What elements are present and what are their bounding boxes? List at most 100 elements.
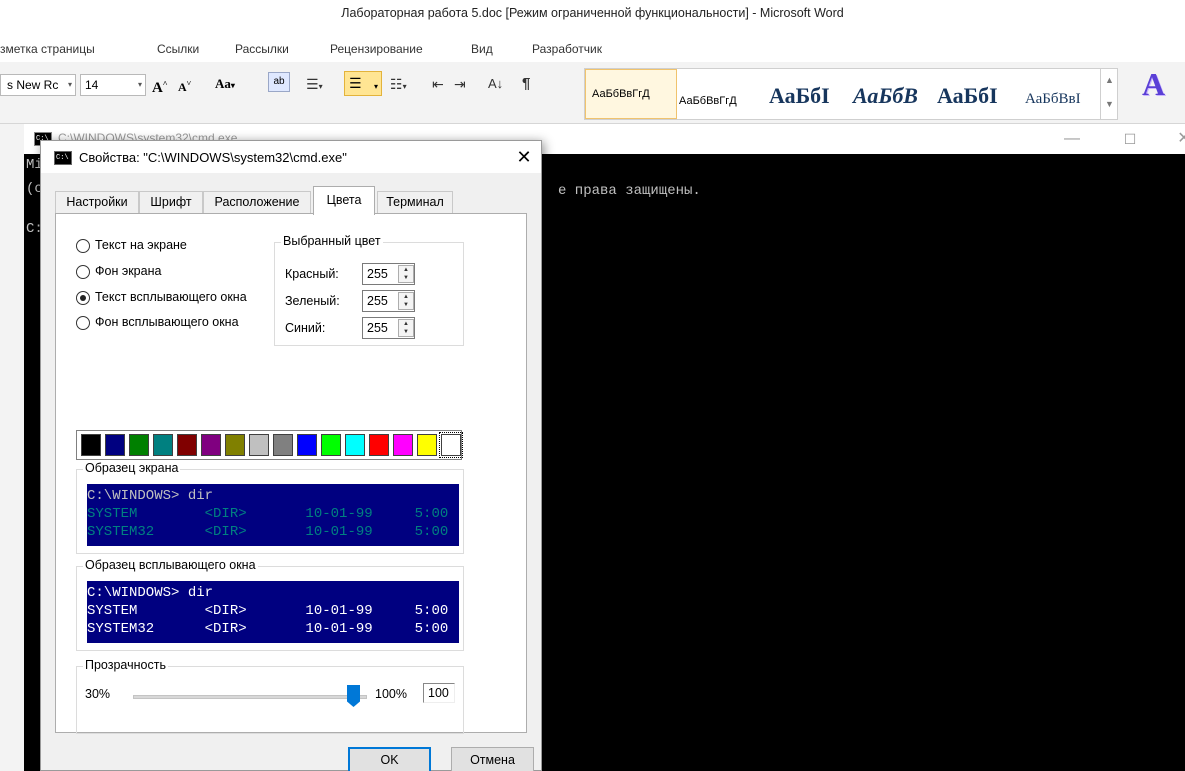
cmd-app-icon: C:\ xyxy=(54,151,72,165)
close-icon[interactable]: ✕ xyxy=(511,144,537,170)
red-spinner[interactable]: 255 ▲ ▼ xyxy=(362,263,415,285)
style-heading-2[interactable]: АаБбВ xyxy=(853,83,918,109)
ribbon-tab-developer[interactable]: Разработчик xyxy=(532,42,602,56)
screen-preview: C:\WINDOWS> dir SYSTEM <DIR> 10-01-99 5:… xyxy=(87,484,459,546)
grow-font-icon[interactable]: A˄ xyxy=(152,74,167,96)
styles-gallery-scroll[interactable]: ▲ ▼ xyxy=(1100,68,1118,120)
font-name-combo[interactable]: s New Rc ▾ xyxy=(0,74,76,96)
color-swatch[interactable] xyxy=(369,434,389,456)
ribbon-tab-page-layout[interactable]: зметка страницы xyxy=(0,42,95,56)
decrease-indent-icon[interactable]: ⇤ xyxy=(432,74,444,96)
cancel-button[interactable]: Отмена xyxy=(451,747,534,771)
blue-label: Синий: xyxy=(285,321,326,335)
radio-popup-text[interactable]: Текст всплывающего окна xyxy=(76,289,266,307)
word-ribbon-tabs: зметка страницы Ссылки Рассылки Рецензир… xyxy=(0,38,1185,60)
pilcrow-icon[interactable]: ¶ xyxy=(522,74,530,96)
sort-icon[interactable]: A↓ xyxy=(488,74,503,96)
transparency-group: Прозрачность 30% 100% 100 xyxy=(76,658,464,734)
shrink-font-icon[interactable]: A˅ xyxy=(178,74,191,96)
screen-preview-group: Образец экрана C:\WINDOWS> dir SYSTEM <D… xyxy=(76,461,464,554)
green-label: Зеленый: xyxy=(285,294,340,308)
transparency-value: 100 xyxy=(423,683,455,703)
change-case-icon[interactable]: Aa▾ xyxy=(215,74,235,96)
preview-line: SYSTEM32 <DIR> 10-01-99 5:00 xyxy=(87,621,449,637)
color-swatch[interactable] xyxy=(81,434,101,456)
preview-line: C:\WINDOWS> dir xyxy=(87,488,214,504)
color-swatch[interactable] xyxy=(345,434,365,456)
style-no-spacing[interactable]: АаБбВвГгД xyxy=(679,95,737,107)
radio-circle xyxy=(76,265,90,279)
color-swatch[interactable] xyxy=(201,434,221,456)
clear-formatting-icon[interactable]: ab xyxy=(268,72,290,92)
color-swatch[interactable] xyxy=(321,434,341,456)
tab-terminal[interactable]: Терминал xyxy=(377,191,453,214)
radio-screen-text[interactable]: Текст на экране xyxy=(76,237,246,255)
word-window-title: Лабораторная работа 5.doc [Режим огранич… xyxy=(341,6,844,20)
radio-circle-checked xyxy=(76,291,90,305)
ok-button[interactable]: OK xyxy=(348,747,431,771)
color-swatch[interactable] xyxy=(105,434,125,456)
tab-settings[interactable]: Настройки xyxy=(55,191,139,214)
close-icon[interactable]: ✕ xyxy=(1164,128,1185,150)
word-left-panel xyxy=(0,124,24,771)
transparency-min-label: 30% xyxy=(85,687,111,701)
preview-line: C:\WINDOWS> dir xyxy=(87,585,214,601)
color-swatch[interactable] xyxy=(225,434,245,456)
radio-circle xyxy=(76,239,90,253)
color-swatch[interactable] xyxy=(249,434,269,456)
selected-color-group: Выбранный цвет Красный: 255 ▲ ▼ Зеленый: … xyxy=(274,234,464,346)
preview-line: SYSTEM32 <DIR> 10-01-99 5:00 xyxy=(87,524,449,540)
bullets-icon[interactable]: ☰▾ xyxy=(306,74,323,96)
color-swatch[interactable] xyxy=(393,434,413,456)
tab-font[interactable]: Шрифт xyxy=(139,191,203,214)
color-swatch[interactable] xyxy=(177,434,197,456)
increase-indent-icon[interactable]: ⇥ xyxy=(454,74,466,96)
color-swatch[interactable] xyxy=(273,434,293,456)
color-swatch[interactable] xyxy=(153,434,173,456)
tab-layout[interactable]: Расположение xyxy=(203,191,311,214)
change-styles-icon[interactable]: A xyxy=(1142,66,1165,103)
maximize-icon[interactable]: ☐ xyxy=(1110,128,1150,150)
spin-arrows-icon[interactable]: ▲ ▼ xyxy=(398,319,414,337)
color-swatch[interactable] xyxy=(129,434,149,456)
ribbon-tab-review[interactable]: Рецензирование xyxy=(330,42,423,56)
chevron-down-icon: ▾ xyxy=(137,80,142,89)
console-rights-text: е права защищены. xyxy=(558,183,701,199)
chevron-down-icon: ▾ xyxy=(67,80,72,89)
preview-line: SYSTEM <DIR> 10-01-99 5:00 xyxy=(87,603,449,619)
numbering-icon[interactable]: ☰ ▾ xyxy=(344,71,382,96)
styles-gallery: АаБбВвГгД АаБбВвГгД АаБбI АаБбВ АаБбI Аа… xyxy=(584,68,1118,120)
tab-colors[interactable]: Цвета xyxy=(313,186,375,215)
blue-spinner[interactable]: 255 ▲ ▼ xyxy=(362,317,415,339)
color-swatch[interactable] xyxy=(439,432,463,458)
spin-arrows-icon[interactable]: ▲ ▼ xyxy=(398,265,414,283)
style-normal[interactable]: АаБбВвГгД xyxy=(585,69,677,119)
multilevel-list-icon[interactable]: ☷▾ xyxy=(390,74,407,96)
font-size-combo[interactable]: 14 ▾ xyxy=(80,74,146,96)
color-swatch[interactable] xyxy=(417,434,437,456)
style-title[interactable]: АаБбI xyxy=(937,83,998,109)
ribbon-tab-references[interactable]: Ссылки xyxy=(157,42,199,56)
color-swatch[interactable] xyxy=(297,434,317,456)
radio-screen-background[interactable]: Фон экрана xyxy=(76,263,246,281)
radio-circle xyxy=(76,316,90,330)
preview-line: SYSTEM <DIR> 10-01-99 5:00 xyxy=(87,506,449,522)
dialog-titlebar: C:\ Свойства: "C:\WINDOWS\system32\cmd.e… xyxy=(41,141,541,173)
transparency-slider-track[interactable] xyxy=(133,695,367,699)
transparency-max-label: 100% xyxy=(375,687,407,701)
colors-tab-panel: Текст на экране Фон экрана Текст всплыва… xyxy=(55,213,527,734)
dialog-title: Свойства: "C:\WINDOWS\system32\cmd.exe" xyxy=(79,150,347,165)
color-palette xyxy=(76,430,463,460)
radio-popup-background[interactable]: Фон всплывающего окна xyxy=(76,314,266,332)
dialog-tabs: Настройки Шрифт Расположение Цвета Терми… xyxy=(55,186,525,215)
style-heading-1[interactable]: АаБбI xyxy=(769,83,830,109)
green-spinner[interactable]: 255 ▲ ▼ xyxy=(362,290,415,312)
transparency-slider-thumb[interactable] xyxy=(347,685,360,707)
spin-arrows-icon[interactable]: ▲ ▼ xyxy=(398,292,414,310)
ribbon-tab-mailings[interactable]: Рассылки xyxy=(235,42,289,56)
properties-dialog: C:\ Свойства: "C:\WINDOWS\system32\cmd.e… xyxy=(40,140,542,771)
popup-preview: C:\WINDOWS> dir SYSTEM <DIR> 10-01-99 5:… xyxy=(87,581,459,643)
ribbon-tab-view[interactable]: Вид xyxy=(471,42,493,56)
minimize-icon[interactable]: — xyxy=(1052,128,1092,150)
style-subtitle[interactable]: АаБбВвI xyxy=(1025,91,1081,108)
